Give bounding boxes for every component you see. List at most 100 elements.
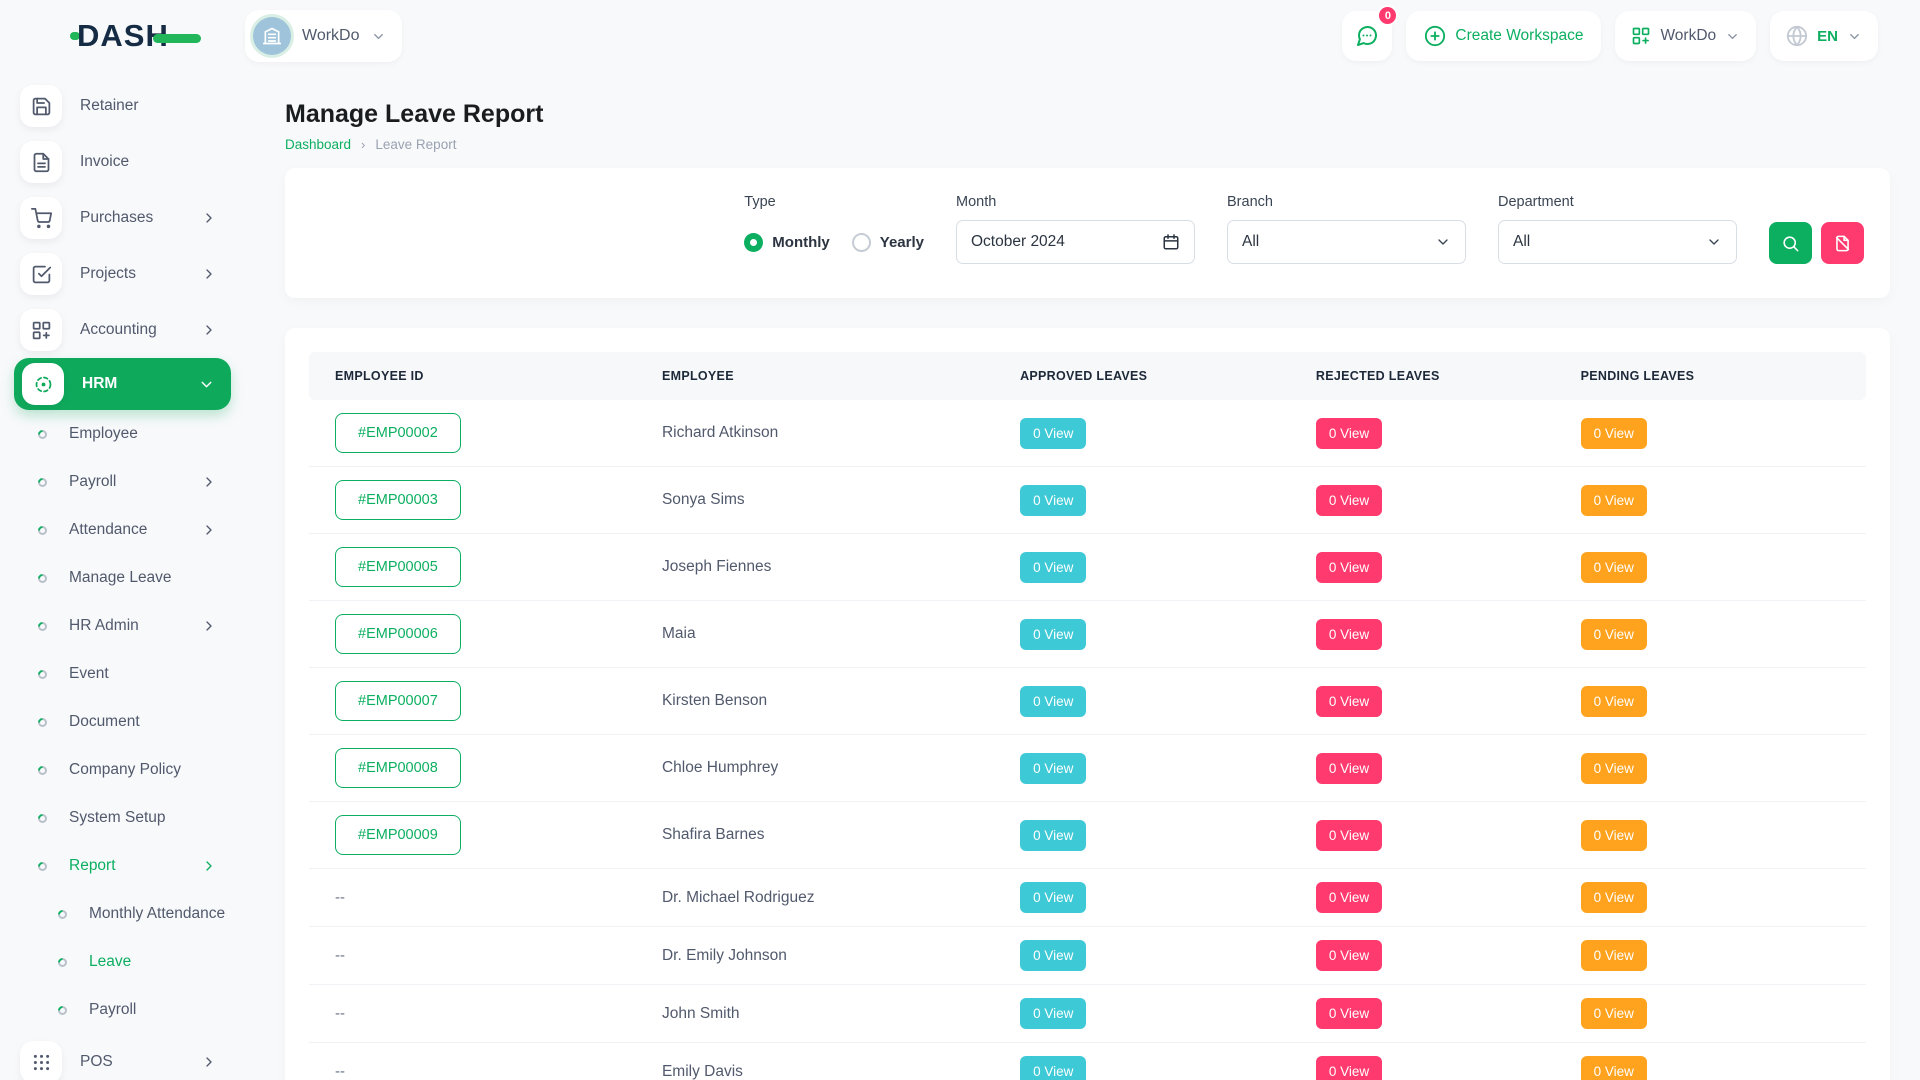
employee-id-empty: --	[335, 947, 345, 964]
rejected-leaves-view-button[interactable]: 0 View	[1316, 882, 1382, 913]
approved-leaves-view-button[interactable]: 0 View	[1020, 753, 1086, 784]
sidebar-item-document[interactable]: Document	[14, 698, 245, 746]
branch-select[interactable]: All	[1227, 220, 1466, 264]
employee-id-button[interactable]: #EMP00007	[335, 681, 461, 721]
sidebar-item-pos[interactable]: POS	[14, 1034, 245, 1080]
pending-leaves-view-button[interactable]: 0 View	[1581, 552, 1647, 583]
sidebar-item-payroll[interactable]: Payroll	[14, 986, 245, 1034]
approved-leaves-view-button[interactable]: 0 View	[1020, 940, 1086, 971]
rejected-leaves-view-button[interactable]: 0 View	[1316, 418, 1382, 449]
rejected-leaves-view-button[interactable]: 0 View	[1316, 1056, 1382, 1080]
main-content: Manage Leave Report Dashboard › Leave Re…	[245, 72, 1920, 1080]
month-input[interactable]: October 2024	[956, 220, 1195, 264]
department-select[interactable]: All	[1498, 220, 1737, 264]
sidebar-item-attendance[interactable]: Attendance	[14, 506, 245, 554]
employee-id-button[interactable]: #EMP00002	[335, 413, 461, 453]
app-switcher-dropdown[interactable]: WorkDo	[1615, 11, 1756, 61]
sidebar-menu: RetainerInvoicePurchases Projects Accounti…	[0, 72, 245, 1080]
radio-yearly[interactable]: Yearly	[852, 233, 924, 252]
search-button[interactable]	[1769, 222, 1812, 264]
radio-monthly[interactable]: Monthly	[744, 233, 830, 252]
pending-leaves-view-button[interactable]: 0 View	[1581, 418, 1647, 449]
sidebar-item-manage-leave[interactable]: Manage Leave	[14, 554, 245, 602]
employee-id-button[interactable]: #EMP00003	[335, 480, 461, 520]
employee-name: Maia	[662, 625, 696, 642]
employee-id-button[interactable]: #EMP00008	[335, 748, 461, 788]
sidebar-item-label: Report	[69, 857, 116, 875]
pending-leaves-view-button[interactable]: 0 View	[1581, 882, 1647, 913]
breadcrumb-dashboard-link[interactable]: Dashboard	[285, 137, 351, 152]
approved-leaves-view-button[interactable]: 0 View	[1020, 485, 1086, 516]
sidebar-item-accounting[interactable]: Accounting	[14, 302, 245, 358]
approved-leaves-view-button[interactable]: 0 View	[1020, 686, 1086, 717]
filter-actions	[1769, 194, 1864, 264]
sidebar-item-label: Attendance	[69, 521, 147, 539]
approved-leaves-view-button[interactable]: 0 View	[1020, 552, 1086, 583]
breadcrumb-separator: ›	[361, 137, 365, 152]
create-workspace-button[interactable]: Create Workspace	[1406, 11, 1601, 61]
sidebar-item-label: Company Policy	[69, 761, 181, 779]
sidebar-item-report[interactable]: Report	[14, 842, 245, 890]
radio-monthly-control[interactable]	[744, 233, 763, 252]
pending-leaves-view-button[interactable]: 0 View	[1581, 686, 1647, 717]
create-workspace-label: Create Workspace	[1455, 27, 1583, 45]
sidebar-item-label: HR Admin	[69, 617, 139, 635]
page-title: Manage Leave Report	[285, 100, 1890, 129]
globe-icon	[1786, 25, 1808, 47]
pending-leaves-view-button[interactable]: 0 View	[1581, 1056, 1647, 1080]
breadcrumb-current: Leave Report	[375, 137, 456, 152]
rejected-leaves-view-button[interactable]: 0 View	[1316, 998, 1382, 1029]
rejected-leaves-view-button[interactable]: 0 View	[1316, 619, 1382, 650]
column-header-pending-leaves: PENDING LEAVES	[1555, 352, 1866, 400]
approved-leaves-view-button[interactable]: 0 View	[1020, 998, 1086, 1029]
language-selector[interactable]: EN	[1770, 11, 1878, 61]
sidebar-item-retainer[interactable]: Retainer	[14, 78, 245, 134]
brand-logo[interactable]: DASH	[0, 18, 245, 54]
rejected-leaves-view-button[interactable]: 0 View	[1316, 753, 1382, 784]
sidebar-item-leave[interactable]: Leave	[14, 938, 245, 986]
approved-leaves-view-button[interactable]: 0 View	[1020, 619, 1086, 650]
sidebar-item-hr-admin[interactable]: HR Admin	[14, 602, 245, 650]
rejected-leaves-view-button[interactable]: 0 View	[1316, 686, 1382, 717]
chevron-right-icon	[201, 266, 217, 282]
sidebar-item-system-setup[interactable]: System Setup	[14, 794, 245, 842]
sidebar-item-hrm[interactable]: HRM	[14, 358, 231, 410]
approved-leaves-view-button[interactable]: 0 View	[1020, 820, 1086, 851]
rejected-leaves-view-button[interactable]: 0 View	[1316, 552, 1382, 583]
rejected-leaves-view-button[interactable]: 0 View	[1316, 940, 1382, 971]
sidebar-item-projects[interactable]: Projects	[14, 246, 245, 302]
employee-id-button[interactable]: #EMP00006	[335, 614, 461, 654]
pending-leaves-view-button[interactable]: 0 View	[1581, 940, 1647, 971]
employee-id-button[interactable]: #EMP00009	[335, 815, 461, 855]
rejected-leaves-view-button[interactable]: 0 View	[1316, 820, 1382, 851]
radio-yearly-control[interactable]	[852, 233, 871, 252]
pending-leaves-view-button[interactable]: 0 View	[1581, 820, 1647, 851]
sidebar-item-label: HRM	[82, 375, 117, 393]
workspace-selector[interactable]: WorkDo	[245, 10, 402, 62]
sidebar-item-label: Manage Leave	[69, 569, 172, 587]
sidebar-item-event[interactable]: Event	[14, 650, 245, 698]
sidebar-item-label: System Setup	[69, 809, 166, 827]
approved-leaves-view-button[interactable]: 0 View	[1020, 882, 1086, 913]
pending-leaves-view-button[interactable]: 0 View	[1581, 753, 1647, 784]
sidebar-item-employee[interactable]: Employee	[14, 410, 245, 458]
pending-leaves-view-button[interactable]: 0 View	[1581, 485, 1647, 516]
sidebar-item-invoice[interactable]: Invoice	[14, 134, 245, 190]
employee-id-button[interactable]: #EMP00005	[335, 547, 461, 587]
pending-leaves-view-button[interactable]: 0 View	[1581, 998, 1647, 1029]
approved-leaves-view-button[interactable]: 0 View	[1020, 418, 1086, 449]
sidebar-item-label: Projects	[80, 265, 136, 283]
sidebar-item-purchases[interactable]: Purchases	[14, 190, 245, 246]
column-header-employee-id: EMPLOYEE ID	[309, 352, 636, 400]
messages-button[interactable]: 0	[1342, 11, 1392, 61]
sidebar-item-company-policy[interactable]: Company Policy	[14, 746, 245, 794]
approved-leaves-view-button[interactable]: 0 View	[1020, 1056, 1086, 1080]
sidebar-item-payroll[interactable]: Payroll	[14, 458, 245, 506]
bullet-icon	[56, 908, 69, 921]
pending-leaves-view-button[interactable]: 0 View	[1581, 619, 1647, 650]
sidebar-item-monthly-attendance[interactable]: Monthly Attendance	[14, 890, 245, 938]
reset-filter-button[interactable]	[1821, 222, 1864, 264]
table-row: #EMP00005Joseph Fiennes0 View0 View0 Vie…	[309, 534, 1866, 601]
rejected-leaves-view-button[interactable]: 0 View	[1316, 485, 1382, 516]
building-icon	[262, 26, 282, 46]
